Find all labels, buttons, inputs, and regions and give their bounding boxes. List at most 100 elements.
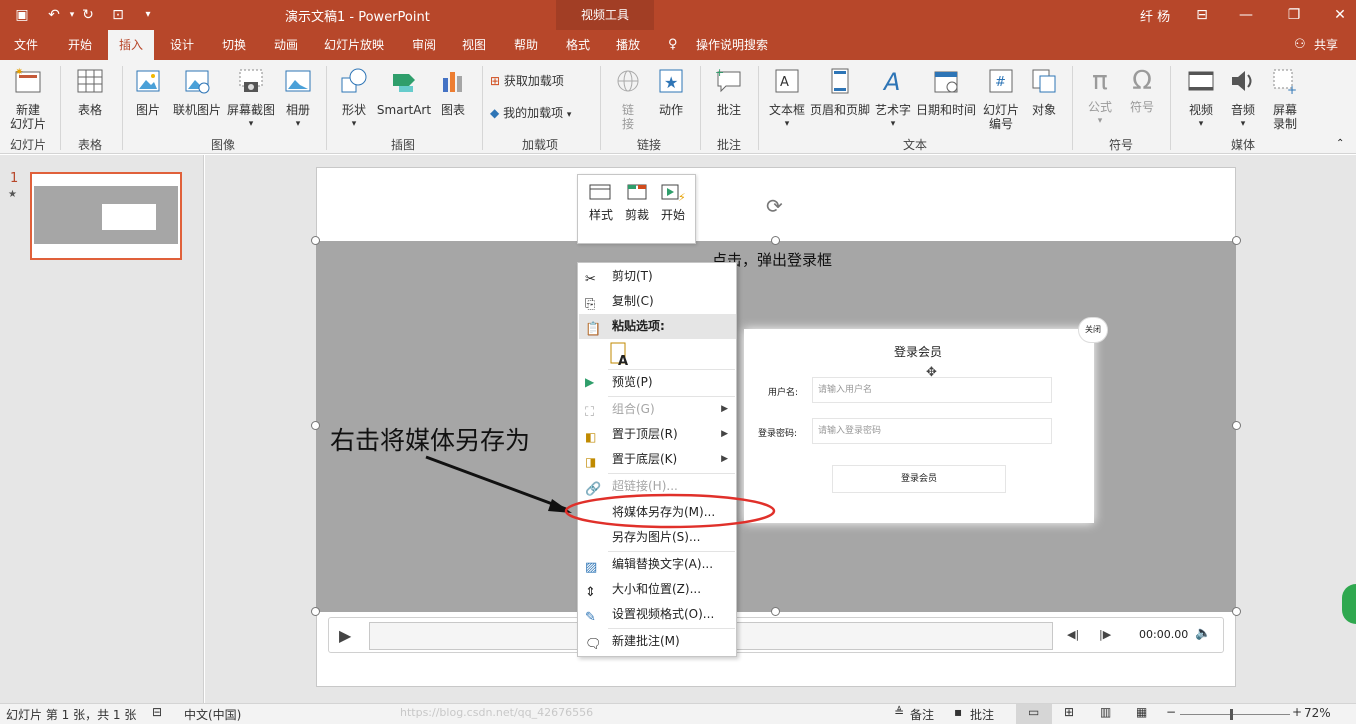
user-name[interactable]: 纤 杨	[1140, 6, 1170, 25]
audio-button[interactable]: 音频 ▾	[1222, 66, 1264, 131]
datetime-button[interactable]: 日期和时间	[914, 66, 978, 117]
table-button[interactable]: 表格	[66, 66, 114, 117]
tab-help[interactable]: 帮助	[504, 30, 548, 60]
comments-button[interactable]: 批注	[970, 706, 994, 723]
symbol-button[interactable]: Ω 符号	[1122, 66, 1162, 114]
zoom-slider-thumb[interactable]	[1230, 709, 1233, 720]
thumbnail-dialog	[102, 204, 156, 230]
menu-item-size-position[interactable]: ⇕ 大小和位置(Z)...	[579, 577, 736, 602]
minimize-icon[interactable]: —	[1236, 5, 1256, 25]
customize-qat-icon[interactable]: ▾	[138, 5, 158, 25]
resize-handle-br[interactable]	[1232, 607, 1241, 616]
slide-number-button[interactable]: # 幻灯片 编号	[978, 66, 1024, 131]
skip-back-icon[interactable]: ◀|	[1067, 628, 1079, 641]
tab-view[interactable]: 视图	[452, 30, 496, 60]
tab-animations[interactable]: 动画	[264, 30, 308, 60]
menu-item-new-comment[interactable]: 🗨 新建批注(M)	[579, 629, 736, 654]
link-button[interactable]: 链 接	[608, 66, 648, 131]
present-from-start-icon[interactable]: ⊡	[108, 5, 128, 25]
reading-view-icon[interactable]: ▥	[1100, 705, 1111, 719]
restore-icon[interactable]: ❐	[1284, 5, 1304, 25]
ribbon-divider	[122, 66, 123, 150]
language[interactable]: 中文(中国)	[184, 706, 241, 723]
picture-icon	[136, 70, 160, 92]
tell-me-search[interactable]: 操作说明搜索	[690, 30, 774, 60]
spell-check-icon[interactable]: ⊟	[152, 705, 162, 719]
tab-format[interactable]: 格式	[556, 30, 600, 60]
object-button[interactable]: 对象	[1024, 66, 1064, 117]
resize-handle-right[interactable]	[1232, 421, 1241, 430]
slide-number-label-2: 编号	[988, 117, 1013, 131]
header-footer-button[interactable]: 页眉和页脚	[808, 66, 872, 117]
ribbon-display-icon[interactable]: ⊟	[1192, 5, 1212, 25]
online-picture-button[interactable]: 联机图片	[168, 66, 226, 117]
wordart-button[interactable]: A 艺术字 ▾	[872, 66, 914, 131]
video-object[interactable]: 点击，弹出登录框 登录会员 ✥ 用户名: 请输入用户名 登录密码: 请输入登录密…	[316, 241, 1236, 612]
menu-item-bring-to-front[interactable]: ◧ 置于顶层(R) ▶	[579, 422, 736, 447]
my-addins-button[interactable]: ◆ 我的加载项 ▾	[490, 106, 594, 122]
login-submit-button: 登录会员	[832, 465, 1006, 493]
menu-item-copy[interactable]: ⎘ 复制(C)	[579, 289, 736, 314]
notes-button[interactable]: 备注	[910, 706, 934, 723]
video-style-button[interactable]: 样式	[586, 181, 616, 223]
textbox-button[interactable]: A 文本框 ▾	[766, 66, 808, 131]
menu-item-group[interactable]: ⛶ 组合(G) ▶	[579, 397, 736, 422]
undo-icon[interactable]: ↶	[44, 5, 64, 25]
action-button[interactable]: ★ 动作	[652, 66, 690, 117]
redo-icon[interactable]: ↻	[78, 5, 98, 25]
smartart-button[interactable]: SmartArt	[376, 66, 432, 117]
screenshot-button[interactable]: 屏幕截图 ▾	[224, 66, 278, 131]
tab-transitions[interactable]: 切换	[212, 30, 256, 60]
tab-insert[interactable]: 插入	[108, 30, 154, 60]
trim-button[interactable]: 剪裁	[622, 181, 652, 223]
resize-handle-bottom[interactable]	[771, 607, 780, 616]
zoom-slider[interactable]	[1180, 714, 1290, 715]
resize-handle-tl[interactable]	[311, 236, 320, 245]
resize-handle-bl[interactable]	[311, 607, 320, 616]
resize-handle-left[interactable]	[311, 421, 320, 430]
collapse-ribbon-icon[interactable]: ⌃	[1336, 138, 1344, 149]
new-slide-button[interactable]: ✷ 新建 幻灯片	[4, 66, 52, 131]
resize-handle-top[interactable]	[771, 236, 780, 245]
floating-green-button[interactable]	[1342, 584, 1356, 624]
tab-playback[interactable]: 播放	[606, 30, 650, 60]
photo-album-button[interactable]: 相册 ▾	[280, 66, 316, 131]
comment-button[interactable]: + 批注	[708, 66, 750, 117]
notes-icon[interactable]: ≜	[894, 705, 904, 719]
skip-forward-icon[interactable]: |▶	[1099, 628, 1111, 641]
menu-item-preview[interactable]: ▶ 预览(P)	[579, 370, 736, 395]
shapes-button[interactable]: 形状 ▾	[334, 66, 374, 131]
slide-sorter-icon[interactable]: ⊞	[1064, 705, 1074, 719]
video-button[interactable]: 视频 ▾	[1180, 66, 1222, 131]
menu-item-format-video[interactable]: ✎ 设置视频格式(O)...	[579, 602, 736, 627]
get-addins-button[interactable]: ⊞ 获取加载项	[490, 74, 590, 88]
menu-item-cut[interactable]: ✂ 剪切(T)	[579, 264, 736, 289]
start-button[interactable]: ⚡ 开始	[658, 181, 688, 223]
volume-icon[interactable]: 🔈	[1195, 626, 1211, 641]
picture-button[interactable]: 图片	[130, 66, 166, 117]
equation-button[interactable]: π 公式 ▾	[1080, 66, 1120, 128]
slide-thumbnail[interactable]	[30, 172, 182, 260]
slideshow-icon[interactable]: ▦	[1136, 705, 1147, 719]
comments-icon[interactable]: ▪	[954, 705, 962, 719]
menu-item-edit-alt-text[interactable]: ▨ 编辑替换文字(A)...	[579, 552, 736, 577]
play-icon[interactable]: ▶	[339, 626, 351, 645]
tab-home[interactable]: 开始	[58, 30, 102, 60]
rotate-handle-icon[interactable]: ⟳	[766, 194, 783, 218]
chart-button[interactable]: 图表	[434, 66, 472, 117]
screen-record-button[interactable]: + 屏幕 录制	[1264, 66, 1306, 131]
share-button[interactable]: 共享	[1310, 30, 1342, 60]
save-icon[interactable]: ▣	[12, 5, 32, 25]
tab-slideshow[interactable]: 幻灯片放映	[318, 30, 390, 60]
zoom-level[interactable]: 72%	[1304, 706, 1331, 720]
close-icon[interactable]: ✕	[1330, 5, 1350, 25]
zoom-out-icon[interactable]: −	[1166, 705, 1176, 719]
menu-item-send-to-back[interactable]: ◨ 置于底层(K) ▶	[579, 447, 736, 472]
zoom-in-icon[interactable]: +	[1292, 705, 1302, 719]
paste-keep-text-button[interactable]: A	[608, 341, 632, 369]
tab-design[interactable]: 设计	[160, 30, 204, 60]
tab-file[interactable]: 文件	[4, 30, 48, 60]
tab-review[interactable]: 审阅	[402, 30, 446, 60]
size-position-icon: ⇕	[585, 585, 596, 600]
resize-handle-tr[interactable]	[1232, 236, 1241, 245]
